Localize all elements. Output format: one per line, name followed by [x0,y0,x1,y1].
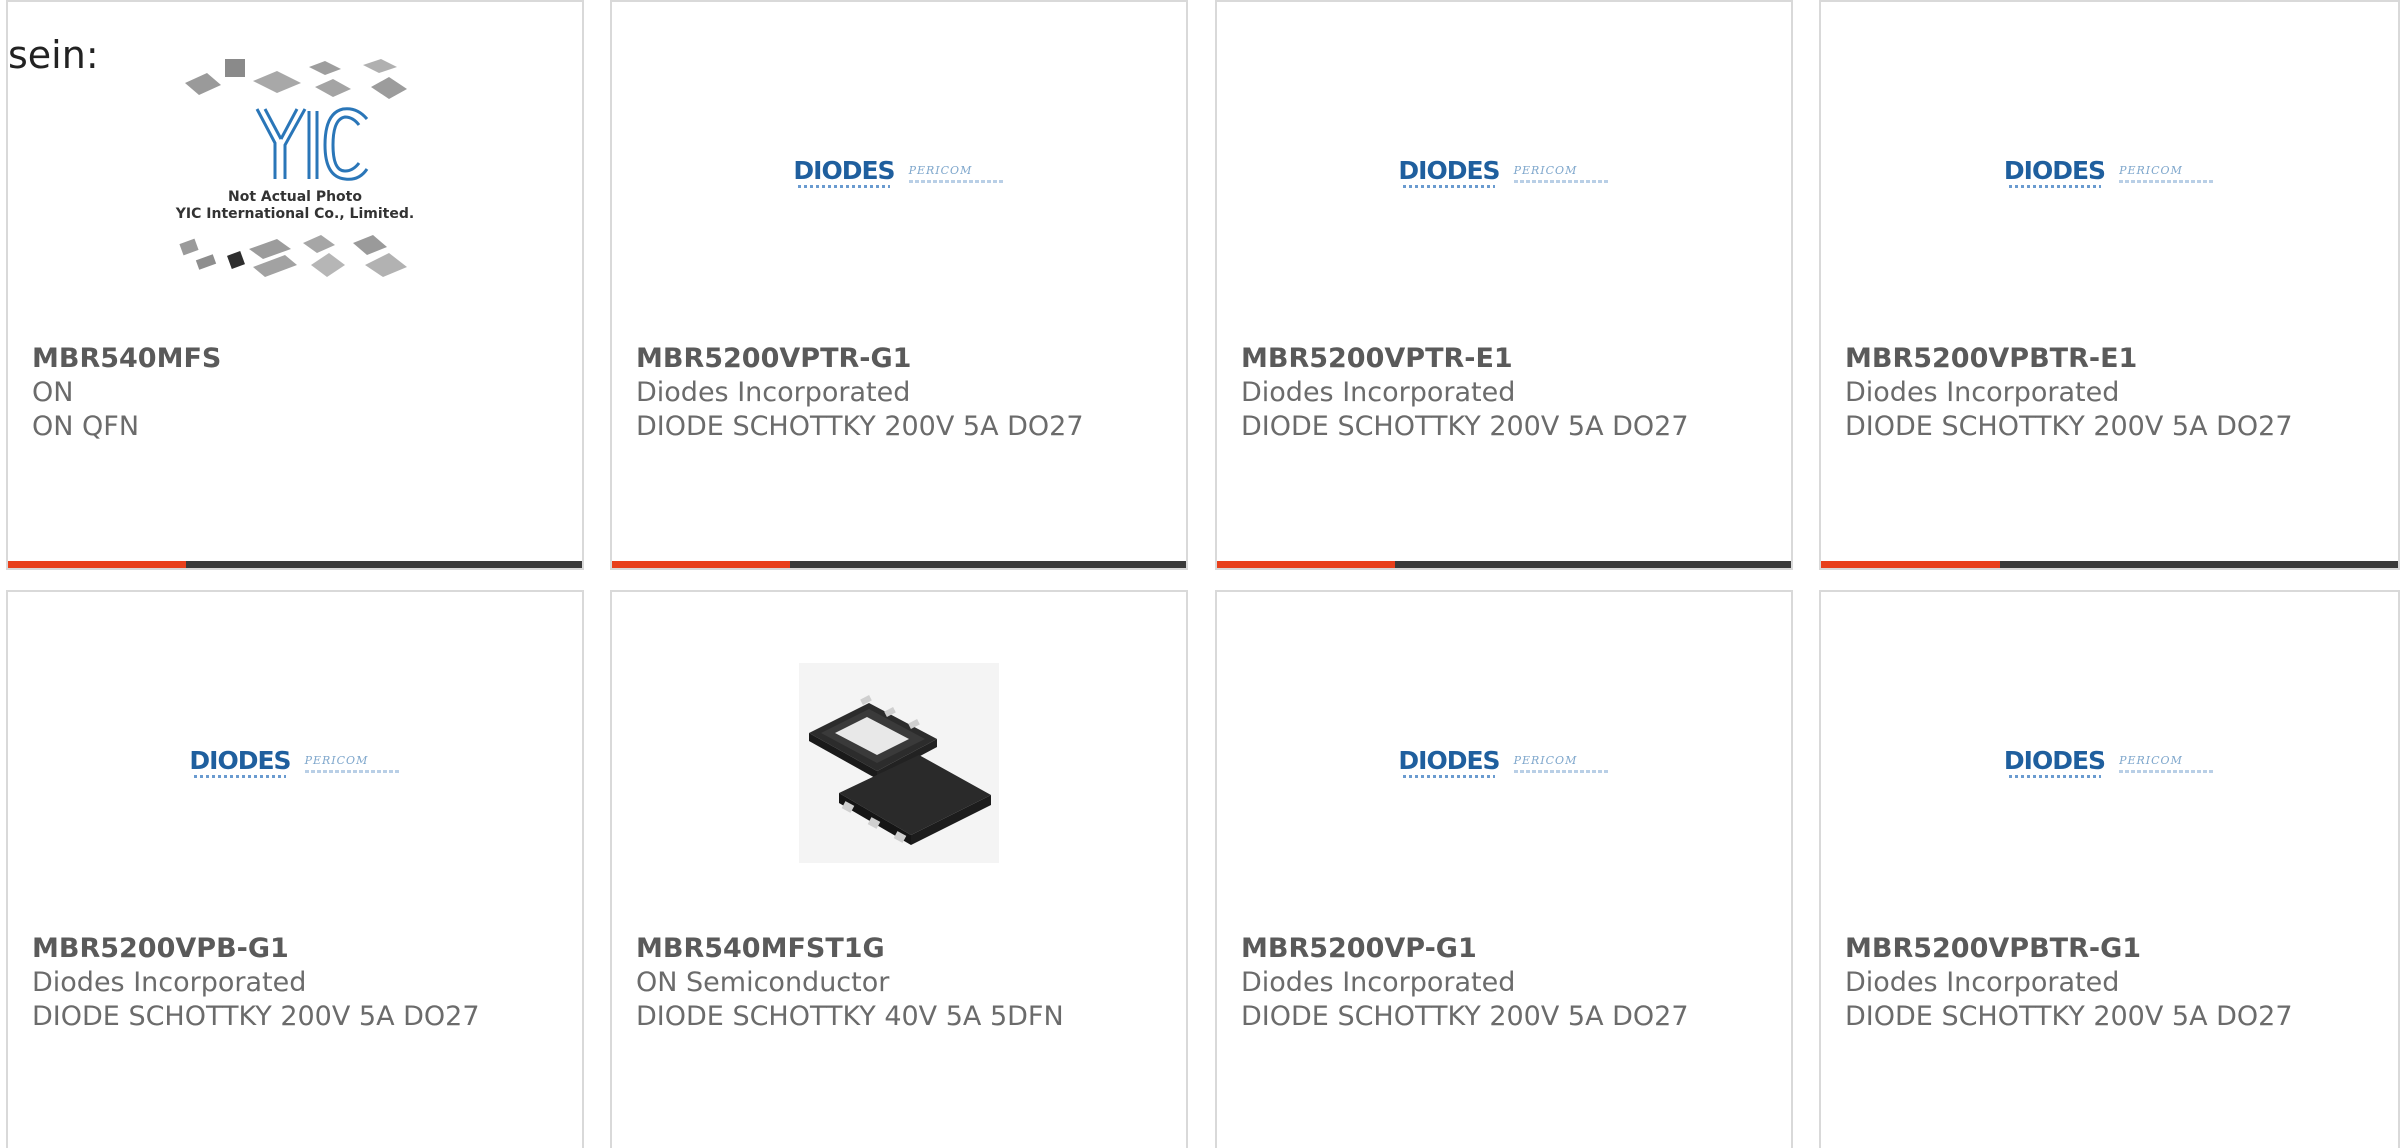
manufacturer: ON Semiconductor [636,967,890,998]
manufacturer: Diodes Incorporated [636,377,911,408]
dfn-package-photo [799,663,999,863]
part-number[interactable]: MBR5200VPBTR-E1 [1845,342,2390,376]
pericom-logo-text: PERICOM [1513,753,1578,767]
product-image[interactable]: DIODES PERICOM [612,58,1186,288]
part-number[interactable]: MBR5200VPB-G1 [32,932,574,966]
product-image[interactable]: DIODES PERICOM [1217,648,1791,878]
product-image[interactable]: DIODES PERICOM [8,648,582,878]
diodes-logo: DIODES PERICOM [2003,155,2216,188]
product-card[interactable]: DIODES PERICOM MBR5200VP-G1 Diodes Incor… [1215,590,1793,1148]
card-progress-bar [1821,561,2398,568]
card-progress-fill [8,561,186,568]
product-card[interactable]: MBR540MFST1G ON Semiconductor DIODE SCHO… [610,590,1188,1148]
product-card[interactable]: DIODES PERICOM MBR5200VPBTR-E1 Diodes In… [1819,0,2400,570]
product-info: MBR540MFST1G ON Semiconductor DIODE SCHO… [636,932,1178,1034]
not-actual-photo-image: Not Actual Photo YIC International Co., … [175,59,414,277]
manufacturer: ON [32,377,74,408]
card-progress-fill [1217,561,1395,568]
manufacturer: Diodes Incorporated [1845,377,2120,408]
product-info: MBR5200VPBTR-G1 Diodes Incorporated DIOD… [1845,932,2390,1034]
product-info: MBR5200VP-G1 Diodes Incorporated DIODE S… [1241,932,1783,1034]
product-card[interactable]: Not Actual Photo YIC International Co., … [6,0,584,570]
part-number[interactable]: MBR5200VPTR-G1 [636,342,1178,376]
product-image[interactable]: DIODES PERICOM [1821,58,2398,288]
card-progress-bar [1217,561,1791,568]
diodes-logo-text: DIODES [2003,745,2106,775]
diodes-logo: DIODES PERICOM [2003,745,2216,778]
manufacturer: Diodes Incorporated [1241,377,1516,408]
product-info: MBR5200VPTR-G1 Diodes Incorporated DIODE… [636,342,1178,444]
manufacturer: Diodes Incorporated [1241,967,1516,998]
description: DIODE SCHOTTKY 200V 5A DO27 [636,411,1084,442]
diodes-logo-text: DIODES [1398,155,1500,185]
yic-company-label: YIC International Co., Limited. [175,206,414,222]
description: DIODE SCHOTTKY 200V 5A DO27 [1241,411,1689,442]
diodes-logo-text: DIODES [189,745,291,775]
diodes-logo: DIODES PERICOM [189,745,401,778]
description: DIODE SCHOTTKY 200V 5A DO27 [1241,1001,1689,1032]
pericom-logo-text: PERICOM [2119,163,2183,177]
diodes-logo: DIODES PERICOM [1398,155,1610,188]
pericom-logo-text: PERICOM [2119,753,2183,767]
part-number[interactable]: MBR5200VP-G1 [1241,932,1783,966]
description: DIODE SCHOTTKY 200V 5A DO27 [1845,1001,2293,1032]
part-number[interactable]: MBR540MFST1G [636,932,1178,966]
card-progress-fill [1821,561,2000,568]
product-image[interactable]: Not Actual Photo YIC International Co., … [8,58,582,288]
manufacturer: Diodes Incorporated [1845,967,2120,998]
card-progress-bar [8,561,582,568]
diodes-logo: DIODES PERICOM [1398,745,1610,778]
description: DIODE SCHOTTKY 200V 5A DO27 [1845,411,2293,442]
product-info: MBR5200VPTR-E1 Diodes Incorporated DIODE… [1241,342,1783,444]
part-number[interactable]: MBR540MFS [32,342,574,376]
product-grid: Not Actual Photo YIC International Co., … [0,0,2400,1148]
product-info: MBR5200VPB-G1 Diodes Incorporated DIODE … [32,932,574,1034]
product-image[interactable]: DIODES PERICOM [1217,58,1791,288]
product-card[interactable]: DIODES PERICOM MBR5200VPB-G1 Diodes Inco… [6,590,584,1148]
description: ON QFN [32,411,140,442]
diodes-logo-text: DIODES [793,155,895,185]
description: DIODE SCHOTTKY 40V 5A 5DFN [636,1001,1064,1032]
description: DIODE SCHOTTKY 200V 5A DO27 [32,1001,480,1032]
pericom-logo-text: PERICOM [304,753,369,767]
product-image[interactable] [612,648,1186,878]
product-card[interactable]: DIODES PERICOM MBR5200VPTR-G1 Diodes Inc… [610,0,1188,570]
diodes-logo-text: DIODES [2003,155,2106,185]
product-image[interactable]: DIODES PERICOM [1821,648,2398,878]
product-card[interactable]: DIODES PERICOM MBR5200VPTR-E1 Diodes Inc… [1215,0,1793,570]
diodes-logo-text: DIODES [1398,745,1500,775]
diodes-logo: DIODES PERICOM [793,155,1005,188]
intro-text: sein: [8,33,99,77]
part-number[interactable]: MBR5200VPTR-E1 [1241,342,1783,376]
part-number[interactable]: MBR5200VPBTR-G1 [1845,932,2390,966]
pericom-logo-text: PERICOM [908,163,973,177]
card-progress-bar [612,561,1186,568]
product-card[interactable]: DIODES PERICOM MBR5200VPBTR-G1 Diodes In… [1819,590,2400,1148]
pericom-logo-text: PERICOM [1513,163,1578,177]
product-info: MBR540MFS ON ON QFN [32,342,574,444]
not-actual-photo-label: Not Actual Photo [228,189,362,205]
card-progress-fill [612,561,790,568]
product-info: MBR5200VPBTR-E1 Diodes Incorporated DIOD… [1845,342,2390,444]
manufacturer: Diodes Incorporated [32,967,307,998]
